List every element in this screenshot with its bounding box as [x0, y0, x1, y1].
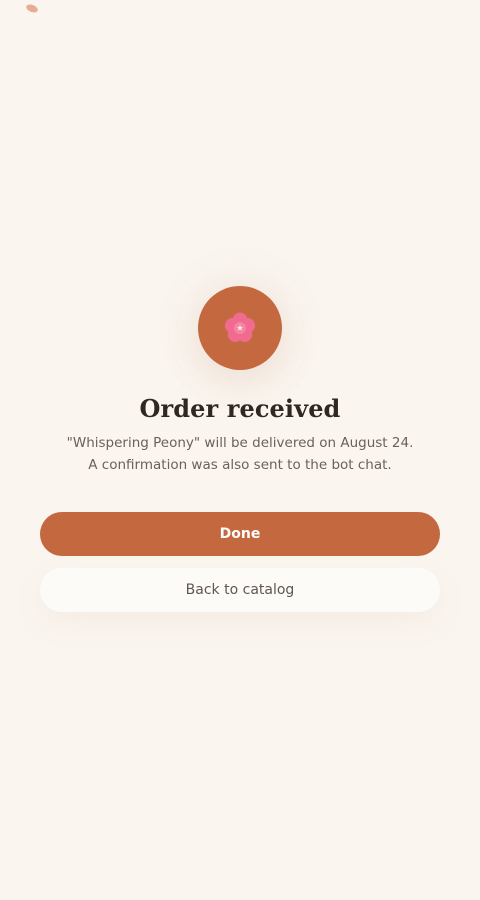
back-to-catalog-button[interactable]: Back to catalog [40, 568, 440, 612]
success-badge [198, 286, 282, 370]
flower-icon [224, 312, 256, 342]
petal-decoration [25, 3, 39, 14]
order-confirmation: Order received "Whispering Peony" will b… [0, 286, 480, 476]
done-button[interactable]: Done [40, 512, 440, 556]
confirmation-title: Order received [139, 394, 341, 423]
confirmation-message: "Whispering Peony" will be delivered on … [66, 435, 414, 473]
